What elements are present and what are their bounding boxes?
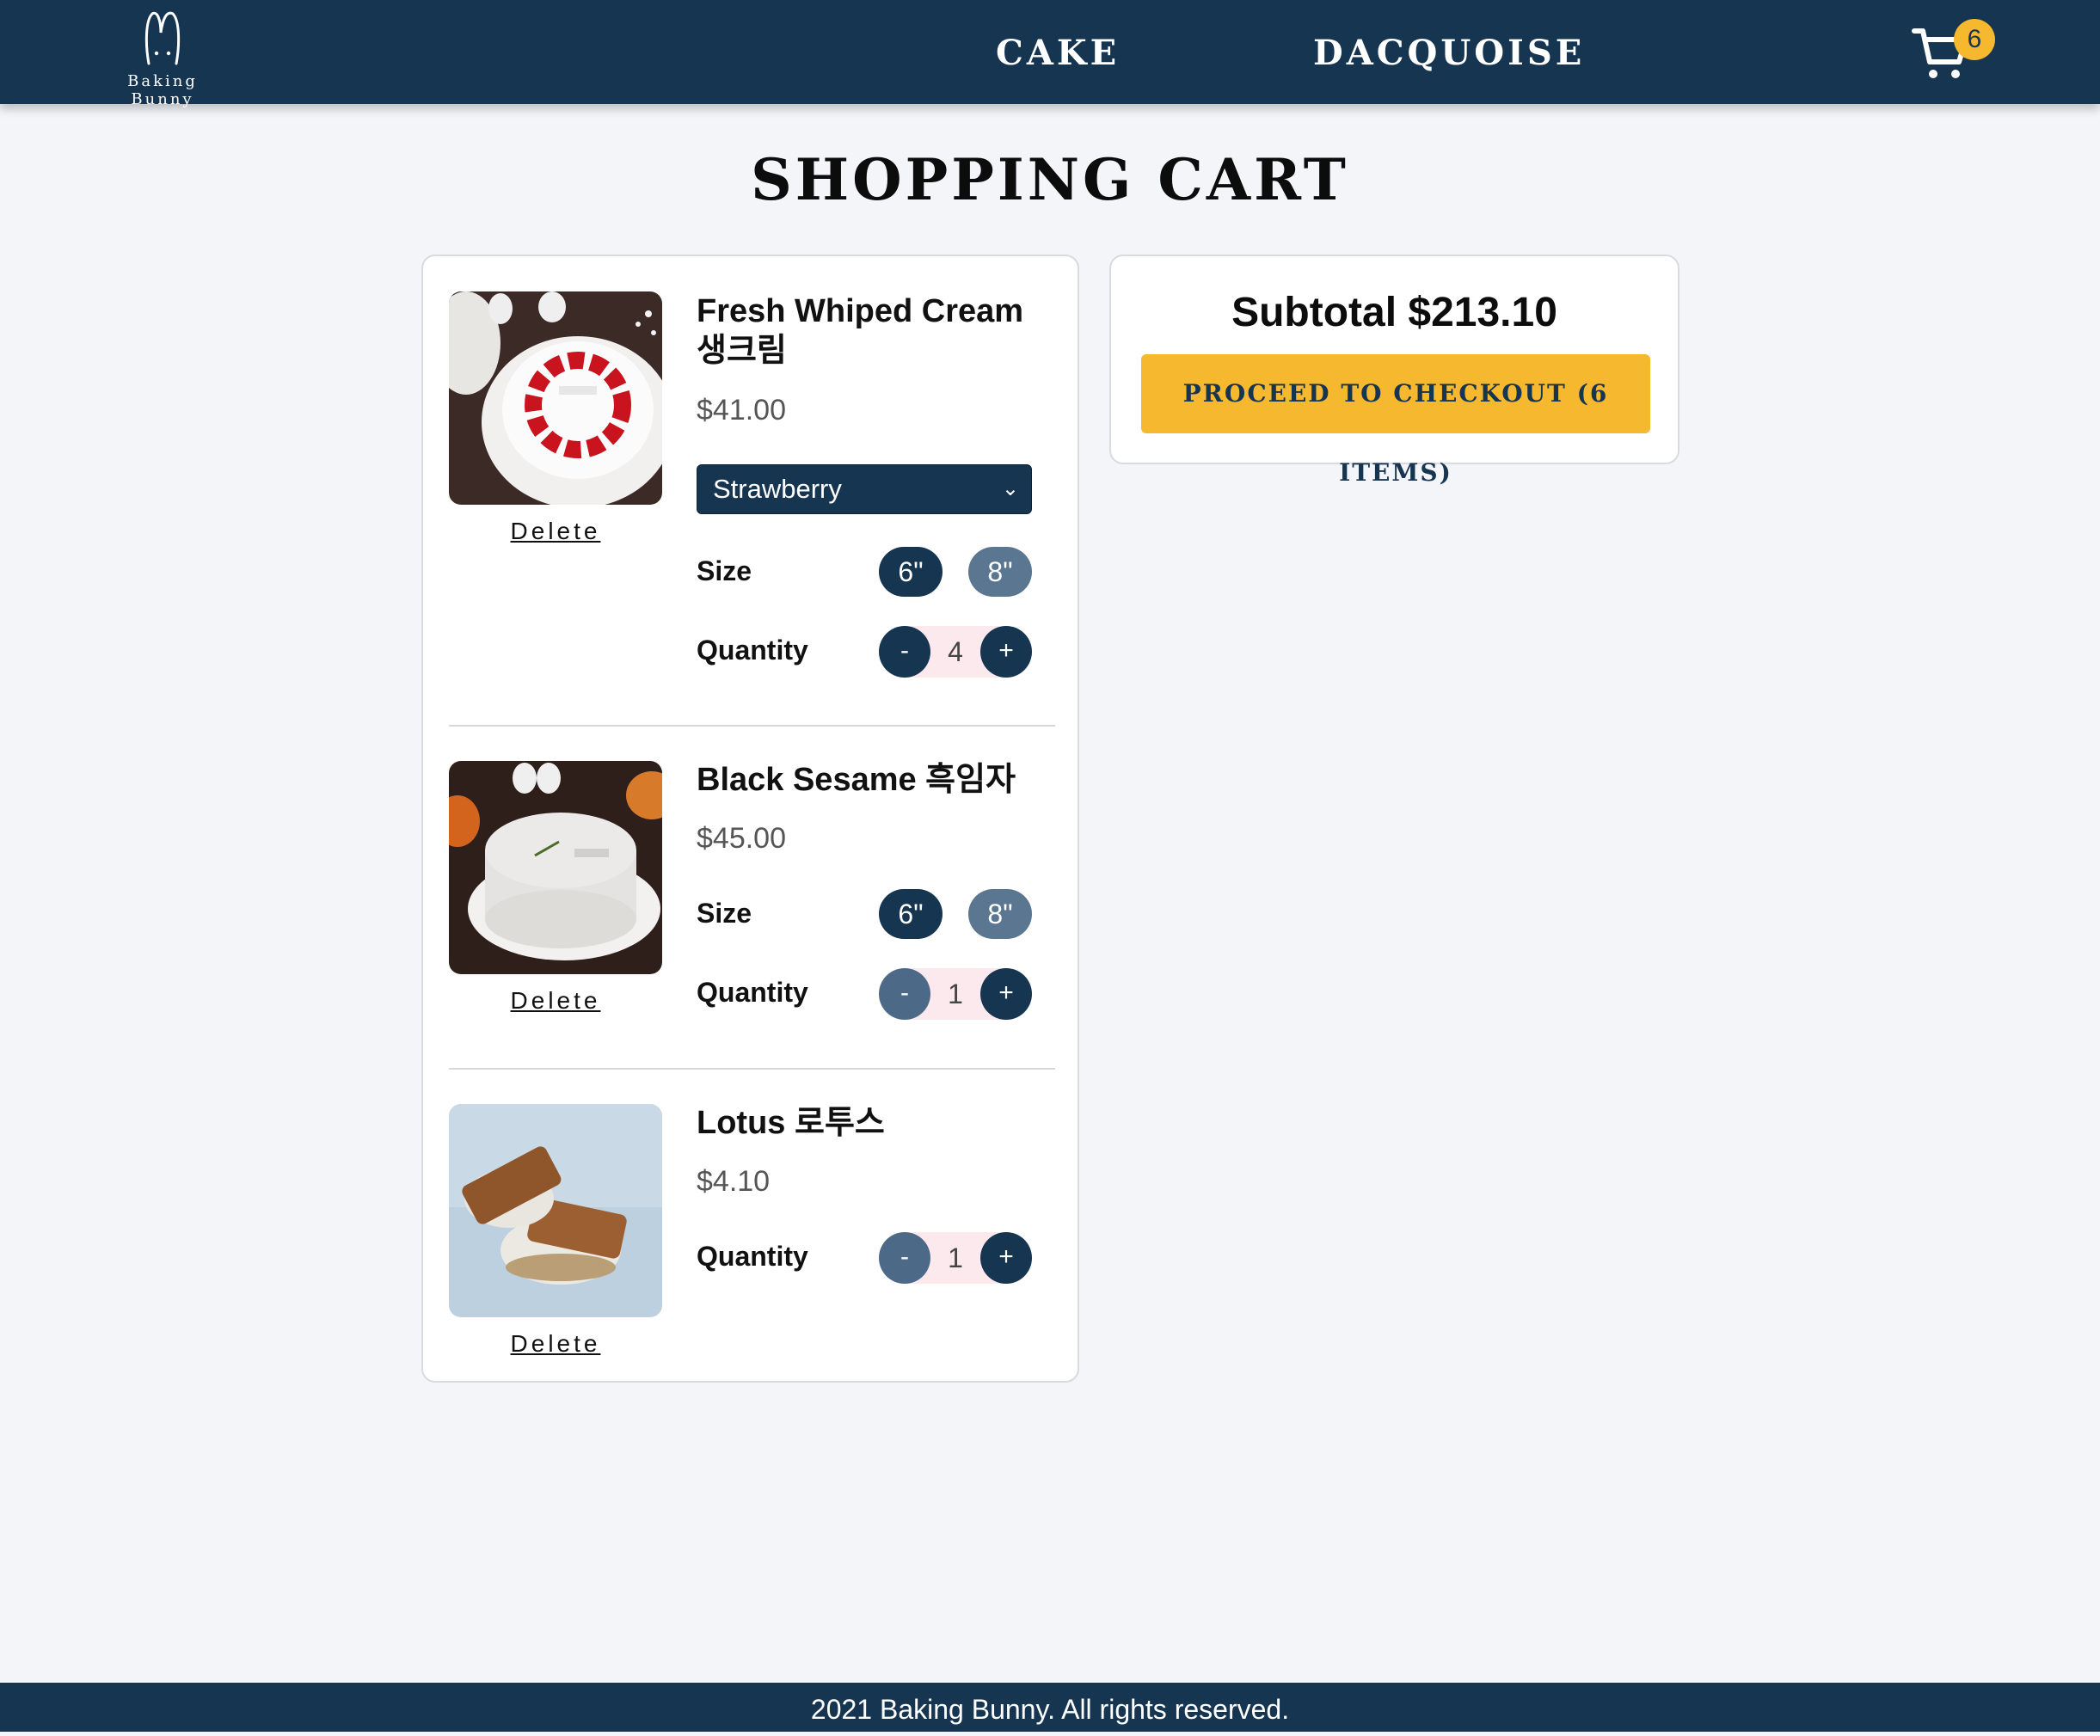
bunny-icon (144, 11, 181, 65)
order-summary-panel: Subtotal $213.10 PROCEED TO CHECKOUT (6 … (1109, 255, 1679, 487)
quantity-label: Quantity (697, 635, 808, 666)
top-navbar: Baking Bunny CAKE DACQUOISE 6 (0, 0, 2100, 108)
quantity-value: 1 (948, 978, 963, 1009)
size-label: Size (697, 555, 752, 586)
item-divider (449, 1068, 1055, 1070)
page-title: SHOPPING CART (751, 146, 1349, 213)
size-6-button[interactable]: 6" (879, 889, 943, 939)
flavor-dropdown[interactable]: Strawberry ⌄ (697, 464, 1032, 514)
copyright-text: 2021 Baking Bunny. All rights reserved. (810, 1694, 1290, 1725)
size-label: Size (697, 898, 752, 929)
flavor-value: Strawberry (713, 474, 842, 504)
quantity-label: Quantity (697, 977, 808, 1008)
cart-button[interactable]: 6 (1911, 19, 2000, 88)
product-price: $41.00 (697, 394, 786, 426)
item-divider (449, 725, 1055, 727)
product-name: Lotus 로투스 (697, 1105, 885, 1141)
delete-link[interactable]: Delete (449, 987, 662, 1015)
product-price: $45.00 (697, 822, 786, 855)
product-name: Fresh Whiped Cream 생크림 (697, 293, 1024, 369)
product-price: $4.10 (697, 1165, 771, 1198)
chevron-down-icon: ⌄ (1001, 477, 1019, 500)
cart-items-panel: Delete Fresh Whiped Cream 생크림 $41.00 Str… (421, 255, 1079, 1383)
footer: 2021 Baking Bunny. All rights reserved. (0, 1683, 2100, 1732)
size-6-button[interactable]: 6" (879, 547, 943, 597)
product-name: Black Sesame 흑임자 (697, 762, 1016, 798)
brand-name: Baking Bunny (127, 72, 198, 108)
decrease-quantity-button[interactable]: - (879, 1232, 930, 1284)
nav-link-dacquoise[interactable]: DACQUOISE (1313, 33, 1585, 73)
product-image-lotus (449, 1104, 662, 1317)
subtotal-text: Subtotal $213.10 (1231, 290, 1557, 335)
size-8-button[interactable]: 8" (968, 547, 1032, 597)
quantity-stepper: - 1 + (879, 1232, 1032, 1284)
size-8-button[interactable]: 8" (968, 889, 1032, 939)
decrease-quantity-button[interactable]: - (879, 626, 930, 678)
product-image-fresh-cream (449, 291, 662, 505)
brand-logo[interactable]: Baking Bunny (99, 10, 226, 108)
increase-quantity-button[interactable]: + (980, 626, 1032, 678)
checkout-button[interactable]: PROCEED TO CHECKOUT (6 ITEMS) (1141, 354, 1650, 487)
delete-link[interactable]: Delete (449, 518, 662, 545)
cart-count-badge: 6 (1954, 19, 1995, 60)
quantity-value: 1 (948, 1242, 963, 1273)
quantity-stepper: - 1 + (879, 968, 1032, 1020)
decrease-quantity-button[interactable]: - (879, 968, 930, 1020)
quantity-value: 4 (948, 636, 963, 667)
quantity-label: Quantity (697, 1241, 808, 1272)
increase-quantity-button[interactable]: + (980, 1232, 1032, 1284)
increase-quantity-button[interactable]: + (980, 968, 1032, 1020)
product-image-black-sesame (449, 761, 662, 974)
quantity-stepper: - 4 + (879, 626, 1032, 678)
nav-link-cake[interactable]: CAKE (996, 33, 1120, 73)
delete-link[interactable]: Delete (449, 1330, 662, 1358)
